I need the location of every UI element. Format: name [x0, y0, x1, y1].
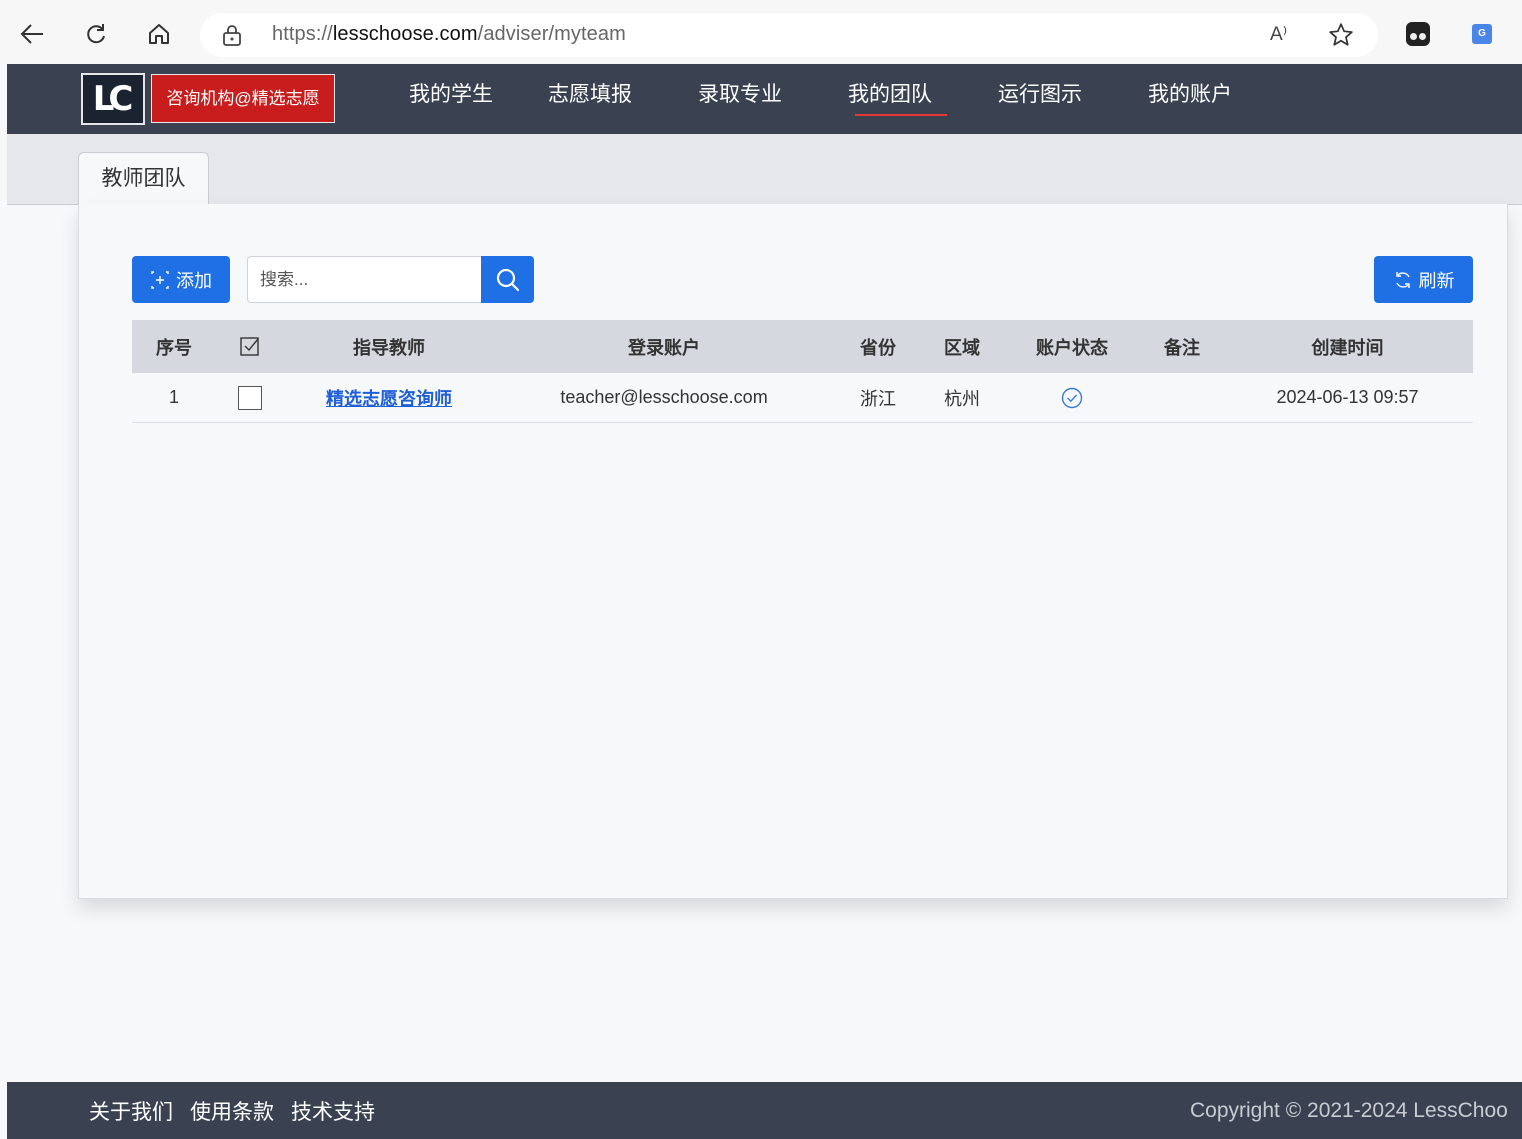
nav-item-my-account[interactable]: 我的账户 — [1115, 64, 1265, 134]
footer-link-terms[interactable]: 使用条款 — [190, 1096, 274, 1126]
refresh-icon — [1395, 271, 1410, 288]
site-logo[interactable]: LC — [81, 73, 145, 125]
header-region[interactable]: 区域 — [922, 320, 1002, 373]
add-button[interactable]: 添加 — [132, 256, 230, 303]
add-button-label: 添加 — [176, 270, 212, 291]
row-account: teacher@lesschoose.com — [560, 387, 768, 407]
footer-link-support[interactable]: 技术支持 — [291, 1096, 375, 1126]
header-created[interactable]: 创建时间 — [1222, 320, 1473, 373]
read-aloud-icon[interactable]: A⁾ — [1270, 23, 1287, 46]
footer-links: 关于我们 使用条款 技术支持 — [89, 1082, 375, 1139]
nav-item-students[interactable]: 我的学生 — [387, 64, 515, 134]
favorite-star-icon[interactable] — [1328, 22, 1354, 53]
translate-extension-icon[interactable]: G — [1472, 24, 1492, 44]
row-created: 2024-06-13 09:57 — [1276, 387, 1419, 407]
search-box — [247, 256, 534, 303]
row-no: 1 — [168, 387, 179, 407]
back-icon[interactable] — [16, 18, 48, 50]
table-header: 序号 指导教师 登录账户 省份 区域 账户状态 备注 创建时间 — [132, 320, 1473, 373]
status-active-icon — [1061, 387, 1083, 408]
row-province: 浙江 — [860, 388, 896, 409]
row-note — [1142, 373, 1222, 422]
search-button[interactable] — [481, 256, 534, 303]
row-teacher: 精选志愿咨询师 — [284, 373, 494, 422]
site-footer: 关于我们 使用条款 技术支持 Copyright © 2021-2024 Les… — [7, 1082, 1522, 1139]
row-checkbox[interactable] — [216, 373, 284, 422]
header-teacher[interactable]: 指导教师 — [284, 320, 494, 373]
team-panel: 添加 刷新 序号 指导教师 登录账户 省份 区域 账户状态 备注 创建时间 1 … — [78, 204, 1508, 899]
tab-teacher-team[interactable]: 教师团队 — [78, 152, 209, 205]
table-row: 1 精选志愿咨询师 teacher@lesschoose.com 浙江 杭州 2… — [132, 373, 1473, 423]
address-bar[interactable]: https://lesschoose.com/adviser/myteam A⁾ — [200, 13, 1378, 57]
header-province[interactable]: 省份 — [834, 320, 922, 373]
nav-item-application[interactable]: 志愿填报 — [515, 64, 665, 134]
header-account[interactable]: 登录账户 — [494, 320, 834, 373]
header-no[interactable]: 序号 — [132, 320, 216, 373]
nav-item-run-diagram[interactable]: 运行图示 — [965, 64, 1115, 134]
row-region: 杭州 — [944, 388, 980, 409]
checkbox-checked-icon — [240, 336, 259, 356]
header-note[interactable]: 备注 — [1142, 320, 1222, 373]
refresh-button-label: 刷新 — [1418, 270, 1455, 291]
tab-strip: 教师团队 — [7, 134, 1522, 205]
footer-link-about[interactable]: 关于我们 — [89, 1096, 173, 1126]
teacher-name-link[interactable]: 精选志愿咨询师 — [326, 385, 452, 411]
site-header: LC 咨询机构@精选志愿 我的学生 志愿填报 录取专业 我的团队 运行图示 我的… — [7, 64, 1522, 134]
header-status[interactable]: 账户状态 — [1002, 320, 1142, 373]
copyright-text: Copyright © 2021-2024 LessChoo — [1190, 1099, 1508, 1122]
select-all-checkbox[interactable] — [216, 320, 284, 373]
reload-icon[interactable] — [80, 18, 112, 50]
main-nav: 我的学生 志愿填报 录取专业 我的团队 运行图示 我的账户 — [387, 64, 1265, 134]
lock-icon[interactable] — [222, 24, 242, 51]
nav-item-admission-majors[interactable]: 录取专业 — [665, 64, 815, 134]
refresh-button[interactable]: 刷新 — [1374, 256, 1473, 303]
nav-item-my-team[interactable]: 我的团队 — [815, 64, 965, 134]
search-icon — [496, 268, 519, 291]
browser-toolbar: https://lesschoose.com/adviser/myteam A⁾… — [0, 0, 1522, 64]
extension-icon[interactable] — [1406, 22, 1430, 46]
search-input[interactable] — [247, 256, 483, 303]
teacher-table: 序号 指导教师 登录账户 省份 区域 账户状态 备注 创建时间 1 精选志愿咨询… — [132, 320, 1473, 423]
home-icon[interactable] — [143, 18, 175, 50]
row-status — [1002, 373, 1142, 422]
url-text: https://lesschoose.com/adviser/myteam — [272, 23, 626, 45]
add-icon — [151, 270, 169, 289]
org-badge[interactable]: 咨询机构@精选志愿 — [151, 74, 335, 123]
checkbox-box[interactable] — [238, 385, 262, 410]
